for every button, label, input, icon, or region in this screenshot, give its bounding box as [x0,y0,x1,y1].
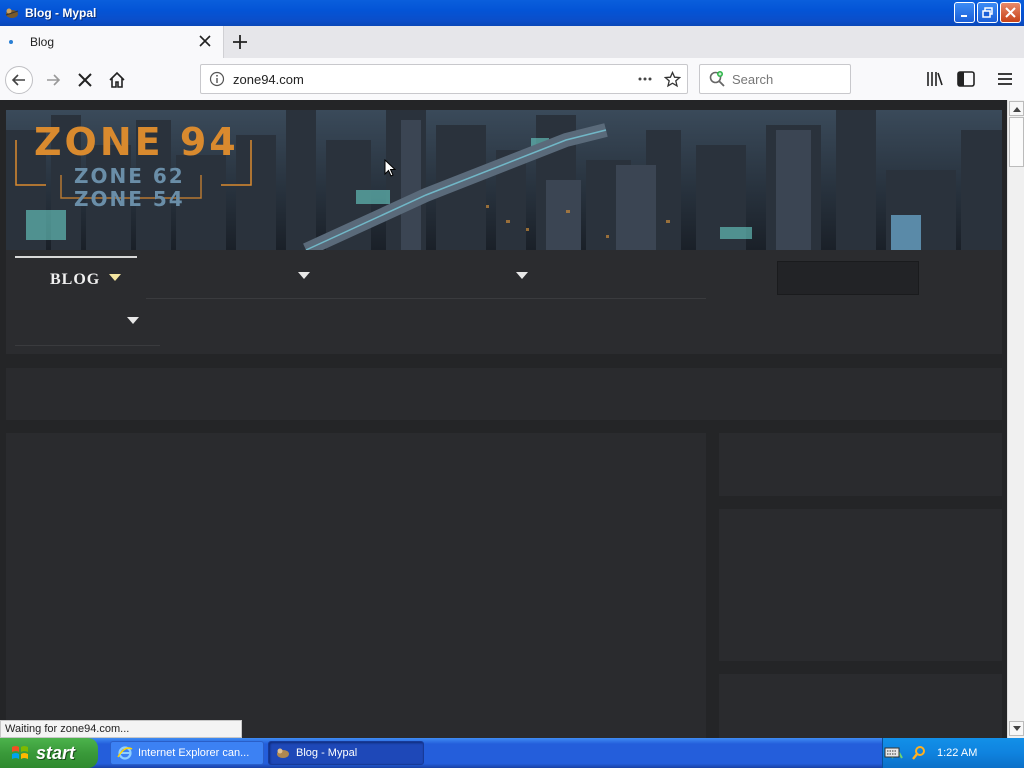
city-skyline-image: ZONE 94 ZONE 62 ZONE 54 [6,110,1002,250]
scroll-up-button[interactable] [1009,101,1024,116]
url-text[interactable]: zone94.com [233,72,304,87]
system-tray: 1:22 AM [882,738,1024,768]
home-icon [109,71,125,88]
announcement-bar [6,368,1002,420]
tab-close-icon[interactable] [197,33,213,49]
arrow-right-icon [47,74,61,86]
forward-button[interactable] [39,66,67,94]
chevron-down-icon [1012,725,1021,731]
ie-icon [117,746,133,760]
taskbar-item-label: Blog - Mypal [296,747,358,759]
sidebar-widget-2 [719,509,1002,661]
minimize-icon [960,14,967,17]
arrow-left-icon [11,74,25,86]
mouse-cursor-icon [384,159,396,177]
sidebar-icon[interactable] [956,69,976,89]
site-search-box[interactable] [777,261,919,295]
chevron-down-icon [127,317,139,324]
taskbar-item-mypal[interactable]: Blog - Mypal [268,741,424,765]
tab-label: Blog [30,35,55,49]
nav-divider [146,298,706,299]
restore-button[interactable] [977,2,998,23]
stop-button[interactable] [71,66,99,94]
nav-item-3[interactable] [336,256,546,296]
clock: 1:22 AM [937,747,978,759]
tab-blog[interactable]: Blog [0,26,224,58]
header-banner[interactable]: ZONE 94 ZONE 62 ZONE 54 [6,110,1002,250]
home-button[interactable] [103,66,131,94]
nav-item-blog[interactable]: BLOG [15,256,137,300]
bookmark-star-icon[interactable] [664,71,681,88]
window-titlebar[interactable]: Blog - Mypal [0,0,1024,26]
tab-strip: Blog [0,26,1024,58]
windows-logo-icon [12,746,28,759]
taskbar: start Internet Explorer can... Blog - My… [0,738,1024,768]
info-icon[interactable] [209,71,225,87]
vertical-scrollbar[interactable] [1007,100,1024,738]
main-content-panel [6,433,706,738]
stop-x-icon [78,73,92,87]
start-label: start [36,742,76,763]
browser-chrome: Blog zone94.com [0,26,1024,100]
nav-item-4[interactable] [15,302,160,342]
chevron-down-icon [298,272,310,279]
search-icon [709,71,725,87]
search-bar[interactable] [699,64,851,94]
taskbar-item-ie[interactable]: Internet Explorer can... [110,741,264,765]
sidebar-widget-1 [719,433,1002,496]
tab-loading-icon [9,40,13,44]
hamburger-menu-icon[interactable] [995,69,1015,89]
keyboard-icon[interactable] [884,745,900,759]
logo-text-main: ZONE 94 [34,120,239,164]
new-tab-icon[interactable] [230,32,250,52]
logo-text-54: ZONE 54 [74,187,185,211]
logo-text-62: ZONE 62 [74,164,185,188]
close-icon [1005,7,1016,18]
address-bar[interactable]: zone94.com [200,64,688,94]
nav-item-blog-label: BLOG [50,271,101,288]
chevron-down-icon [516,272,528,279]
page-viewport[interactable]: ZONE 94 ZONE 62 ZONE 54 BLOG [0,100,1007,738]
chevron-up-icon [1012,106,1021,112]
main-nav-menu: BLOG [6,250,1002,354]
back-button[interactable] [5,66,33,94]
minimize-button[interactable] [954,2,975,23]
search-tray-icon[interactable] [911,745,927,761]
mypal-app-icon [5,8,19,18]
restore-icon [982,7,993,18]
start-button[interactable]: start [0,738,98,768]
nav-item-2[interactable] [146,256,326,296]
window-title: Blog - Mypal [25,6,97,20]
page-actions-icon[interactable] [637,71,653,87]
status-bar: Waiting for zone94.com... [0,720,242,738]
chevron-down-icon [109,274,121,281]
mypal-icon [277,748,289,758]
nav-toolbar: zone94.com [0,58,1024,100]
sidebar-widget-3 [719,674,1002,738]
scroll-thumb[interactable] [1009,117,1024,167]
search-input[interactable] [732,71,842,87]
close-window-button[interactable] [1000,2,1021,23]
library-icon[interactable] [925,69,945,89]
scroll-down-button[interactable] [1009,721,1024,736]
taskbar-item-label: Internet Explorer can... [138,747,250,759]
nav-divider [15,345,160,346]
